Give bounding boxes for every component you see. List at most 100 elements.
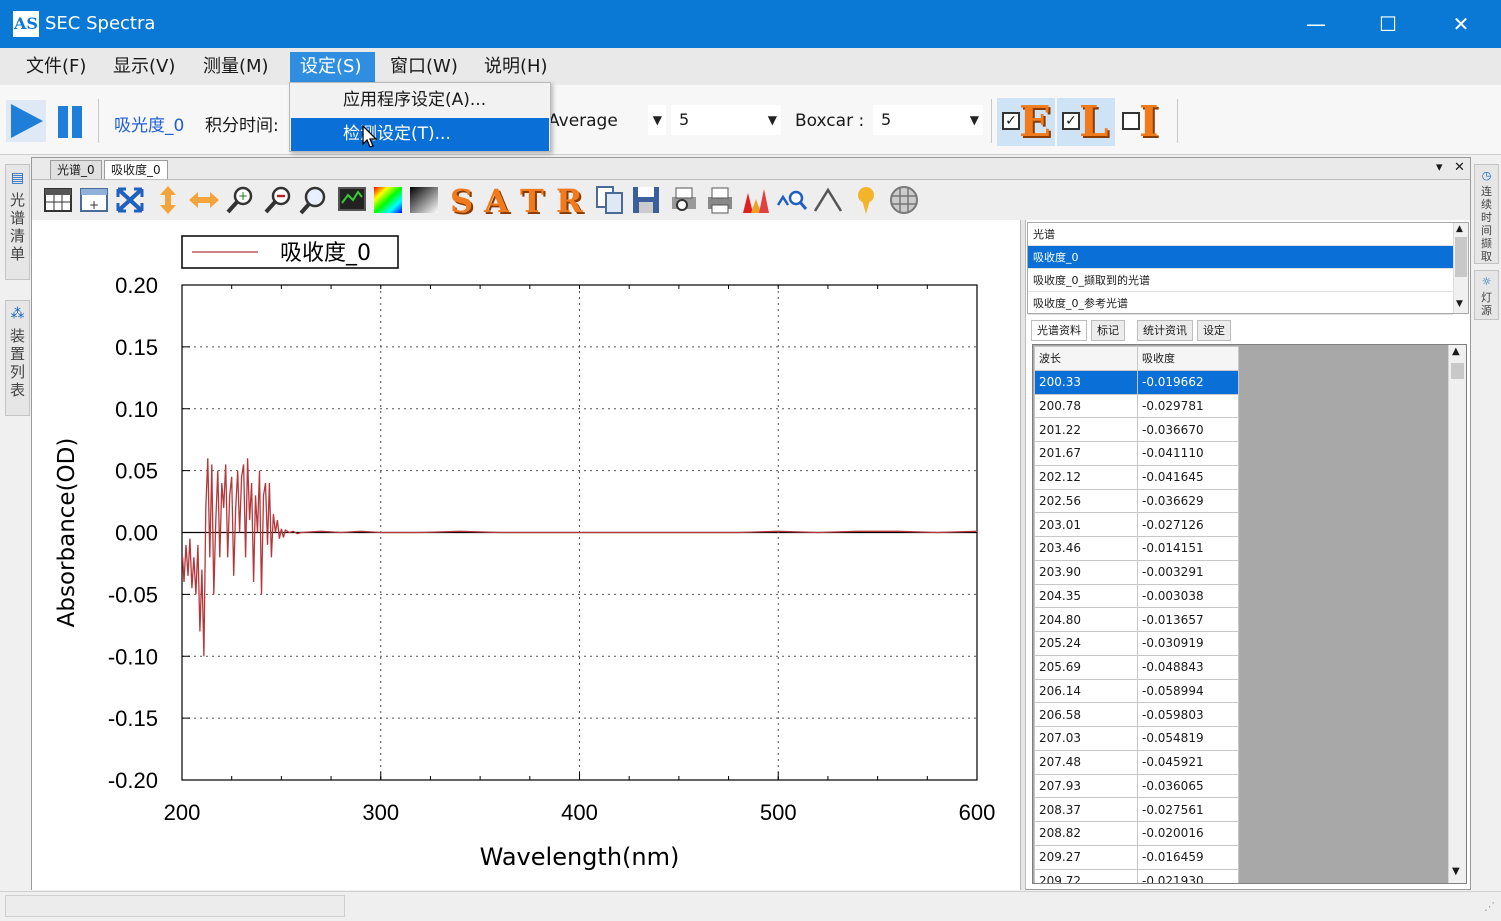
table-row[interactable]: 203.46 -0.014151: [1034, 536, 1239, 561]
absorbance-cell[interactable]: -0.058994: [1137, 678, 1239, 704]
column-header-wavelength[interactable]: 波长: [1034, 346, 1138, 371]
marker-pin-icon[interactable]: [850, 185, 882, 215]
toggle-e-checkbox[interactable]: ✓: [1002, 112, 1020, 130]
spectra-list-scrollbar[interactable]: ▲ ▼: [1453, 223, 1468, 313]
scroll-thumb[interactable]: [1451, 363, 1464, 379]
wavelength-cell[interactable]: 203.90: [1034, 559, 1138, 585]
monitor-icon[interactable]: [336, 185, 368, 215]
scroll-down-icon[interactable]: ▼: [1452, 866, 1460, 877]
wavelength-cell[interactable]: 207.48: [1034, 749, 1138, 775]
table-row[interactable]: 204.80 -0.013657: [1034, 607, 1239, 632]
zoom-reset-icon[interactable]: [298, 185, 330, 215]
menu-file[interactable]: 文件(F): [16, 52, 96, 82]
absorbance-cell[interactable]: -0.013657: [1137, 607, 1239, 632]
panel-splitter[interactable]: [1020, 220, 1026, 890]
wavelength-cell[interactable]: 202.12: [1034, 464, 1138, 490]
absorbance-cell[interactable]: -0.036670: [1137, 417, 1239, 442]
spectra-list-item[interactable]: 吸收度_0: [1028, 246, 1453, 269]
wavelength-cell[interactable]: 205.69: [1034, 654, 1138, 680]
wavelength-cell[interactable]: 200.78: [1034, 393, 1138, 419]
column-header-absorbance[interactable]: 吸收度: [1137, 346, 1239, 371]
lamp-panel-tab[interactable]: ☼ 灯源: [1474, 270, 1499, 320]
wavelength-cell[interactable]: 206.14: [1034, 678, 1138, 704]
absorbance-cell[interactable]: -0.029781: [1137, 393, 1239, 419]
fit-all-icon[interactable]: [114, 185, 146, 215]
new-window-icon[interactable]: +: [78, 185, 110, 215]
tab-absorbance[interactable]: 吸收度_0: [104, 160, 168, 179]
table-row[interactable]: 208.82 -0.020016: [1034, 821, 1239, 846]
copy-icon[interactable]: [594, 185, 626, 215]
boxcar-select[interactable]: 5 ▼: [873, 105, 983, 135]
horizontal-scale-icon[interactable]: [188, 185, 220, 215]
tab-settings[interactable]: 设定: [1197, 320, 1231, 341]
absorbance-cell[interactable]: -0.041645: [1137, 464, 1239, 490]
absorbance-cell[interactable]: -0.019662: [1137, 369, 1239, 395]
minimize-button[interactable]: —: [1280, 0, 1352, 48]
absorbance-cell[interactable]: -0.027561: [1137, 797, 1239, 822]
absorbance-cell[interactable]: -0.036629: [1137, 488, 1239, 514]
absorbance-cell[interactable]: -0.027126: [1137, 512, 1239, 537]
table-row[interactable]: 207.03 -0.054819: [1034, 726, 1239, 751]
menu-view[interactable]: 显示(V): [103, 52, 185, 82]
tab-list-dropdown-icon[interactable]: ▾: [1436, 160, 1443, 175]
table-row[interactable]: 206.14 -0.058994: [1034, 678, 1239, 704]
toggle-l-checkbox[interactable]: ✓: [1062, 112, 1080, 130]
absorbance-cell[interactable]: -0.030919: [1137, 631, 1239, 656]
absorbance-cell[interactable]: -0.003291: [1137, 559, 1239, 585]
wavelength-cell[interactable]: 204.35: [1034, 583, 1138, 609]
grid-scrollbar[interactable]: ▲ ▼: [1448, 345, 1466, 883]
grayscale-icon[interactable]: [408, 185, 440, 215]
table-icon[interactable]: [42, 185, 74, 215]
print-preview-icon[interactable]: [668, 185, 700, 215]
absorbance-cell[interactable]: -0.048843: [1137, 654, 1239, 680]
wavelength-cell[interactable]: 208.37: [1034, 797, 1138, 822]
wavelength-cell[interactable]: 203.01: [1034, 512, 1138, 537]
table-row[interactable]: 202.56 -0.036629: [1034, 488, 1239, 514]
absorbance-cell[interactable]: -0.020016: [1137, 821, 1239, 846]
resize-grip-icon[interactable]: ⋰: [1484, 900, 1495, 913]
scroll-up-icon[interactable]: ▲: [1452, 346, 1460, 357]
menu-item-detection-settings[interactable]: 检测设定(T)...: [291, 118, 549, 151]
menu-help[interactable]: 说明(H): [474, 52, 558, 82]
vertical-scale-icon[interactable]: [152, 185, 184, 215]
wavelength-cell[interactable]: 206.58: [1034, 702, 1138, 727]
table-row[interactable]: 208.37 -0.027561: [1034, 797, 1239, 822]
grid-icon[interactable]: [888, 185, 920, 215]
pause-icon[interactable]: [56, 106, 84, 138]
wavelength-cell[interactable]: 201.22: [1034, 417, 1138, 442]
table-row[interactable]: 201.22 -0.036670: [1034, 417, 1239, 442]
device-list-panel-tab[interactable]: ⁂ 装置列表: [5, 300, 30, 416]
toggle-l-button[interactable]: ✓ L: [1057, 98, 1115, 146]
zoom-out-icon[interactable]: [262, 185, 294, 215]
tab-spectrum-data[interactable]: 光谱资料: [1031, 320, 1087, 341]
toggle-i-checkbox[interactable]: [1122, 112, 1140, 130]
peak-line-icon[interactable]: [812, 185, 844, 215]
menu-measure[interactable]: 测量(M): [193, 52, 279, 82]
peak-search-icon[interactable]: [776, 185, 808, 215]
menu-window[interactable]: 窗口(W): [380, 52, 468, 82]
wavelength-cell[interactable]: 209.27: [1034, 844, 1138, 870]
transmittance-mode-t-icon[interactable]: T: [520, 182, 544, 220]
menu-settings[interactable]: 设定(S): [290, 52, 375, 82]
print-icon[interactable]: [704, 185, 736, 215]
table-row[interactable]: 203.01 -0.027126: [1034, 512, 1239, 537]
table-row[interactable]: 201.67 -0.041110: [1034, 441, 1239, 466]
wavelength-cell[interactable]: 207.03: [1034, 726, 1138, 751]
scroll-up-icon[interactable]: ▲: [1456, 224, 1463, 234]
play-icon[interactable]: [6, 100, 46, 142]
wavelength-cell[interactable]: 205.24: [1034, 631, 1138, 656]
wavelength-cell[interactable]: 200.33: [1034, 369, 1138, 395]
wavelength-cell[interactable]: 207.93: [1034, 773, 1138, 799]
tab-statistics[interactable]: 统计资讯: [1137, 320, 1193, 341]
toggle-i-button[interactable]: I: [1117, 98, 1175, 146]
tab-markers[interactable]: 标记: [1091, 320, 1125, 341]
absorbance-cell[interactable]: -0.036065: [1137, 773, 1239, 799]
table-row[interactable]: 209.27 -0.016459: [1034, 844, 1239, 870]
table-row[interactable]: 206.58 -0.059803: [1034, 702, 1239, 727]
table-row[interactable]: 204.35 -0.003038: [1034, 583, 1239, 609]
menu-item-app-settings[interactable]: 应用程序设定(A)...: [291, 84, 549, 117]
color-spectrum-icon[interactable]: [372, 185, 404, 215]
toggle-e-button[interactable]: ✓ E: [997, 98, 1055, 146]
absorbance-cell[interactable]: -0.021930: [1137, 868, 1239, 883]
measure-mode-label[interactable]: 吸光度_0: [114, 111, 184, 136]
